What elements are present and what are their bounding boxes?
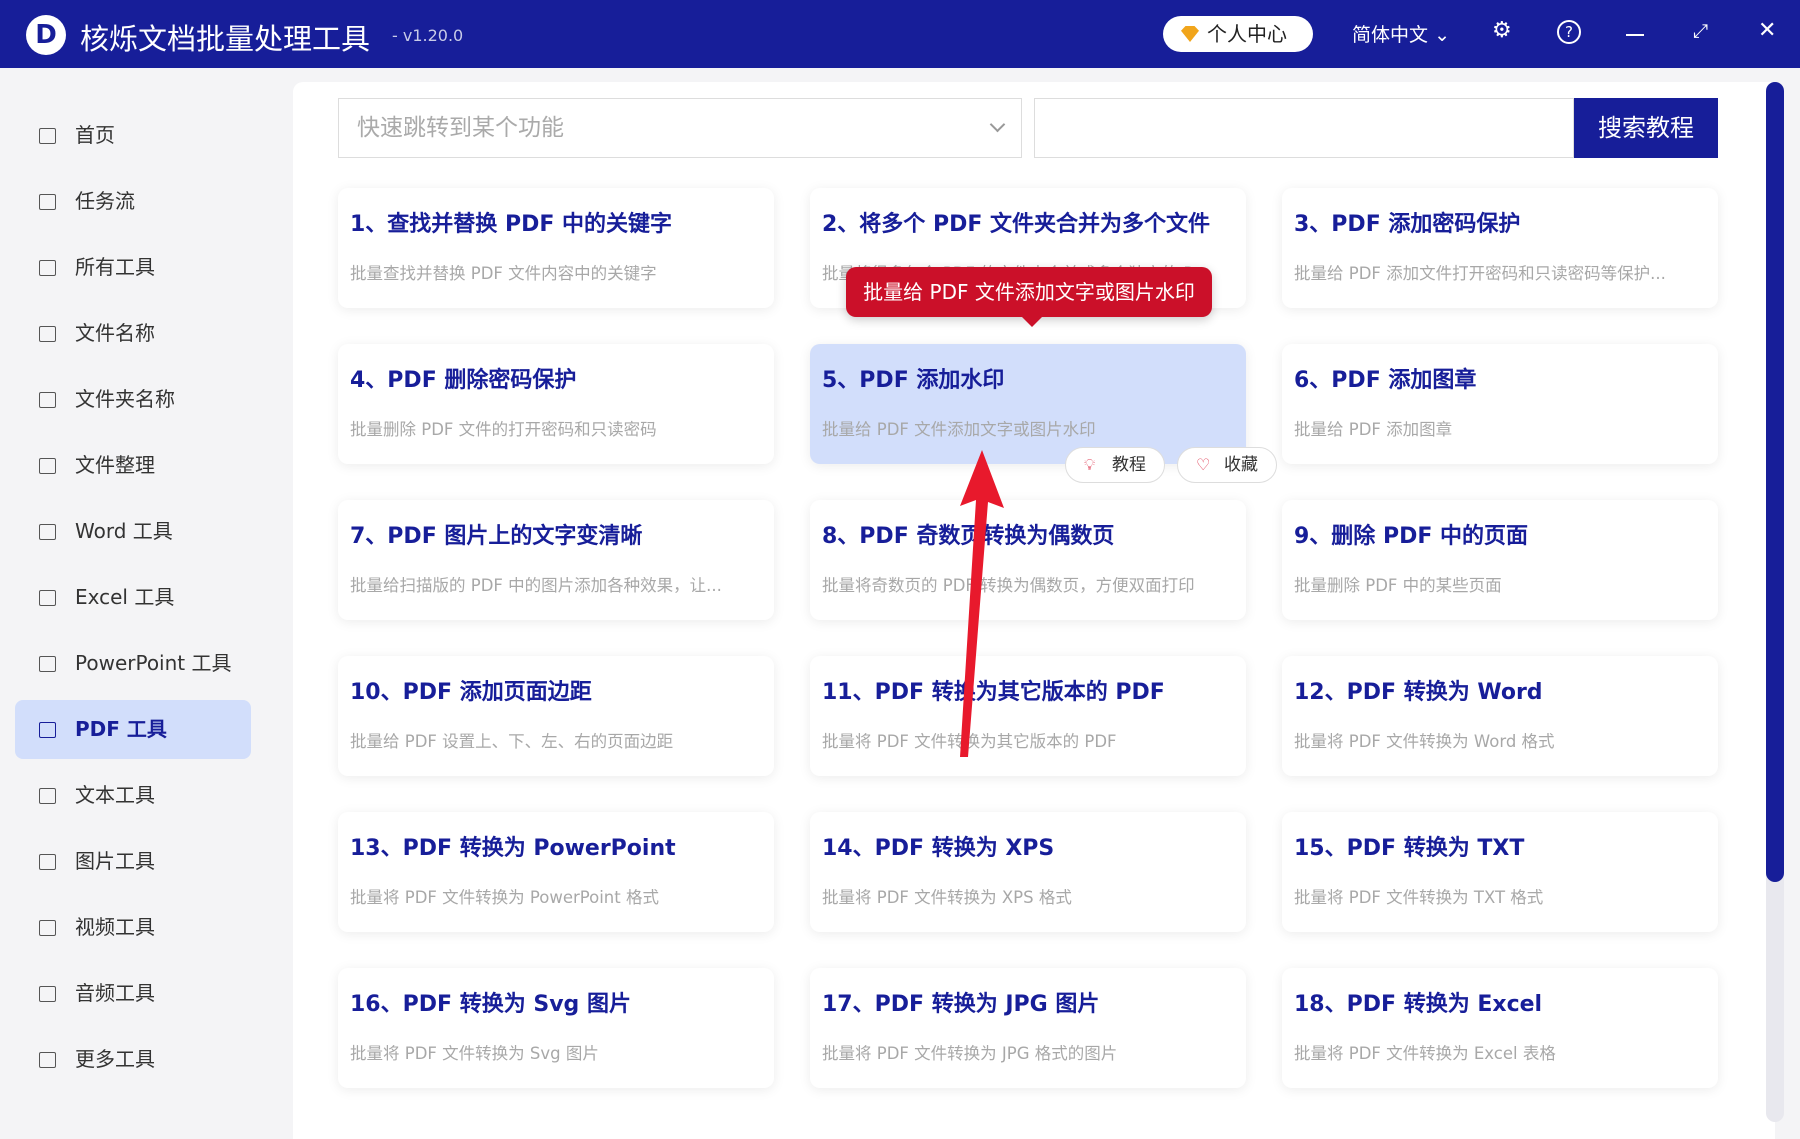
annotation-arrow [960,450,1004,757]
scrollbar-thumb[interactable] [1766,82,1784,882]
red-arrow-icon [960,450,1004,757]
